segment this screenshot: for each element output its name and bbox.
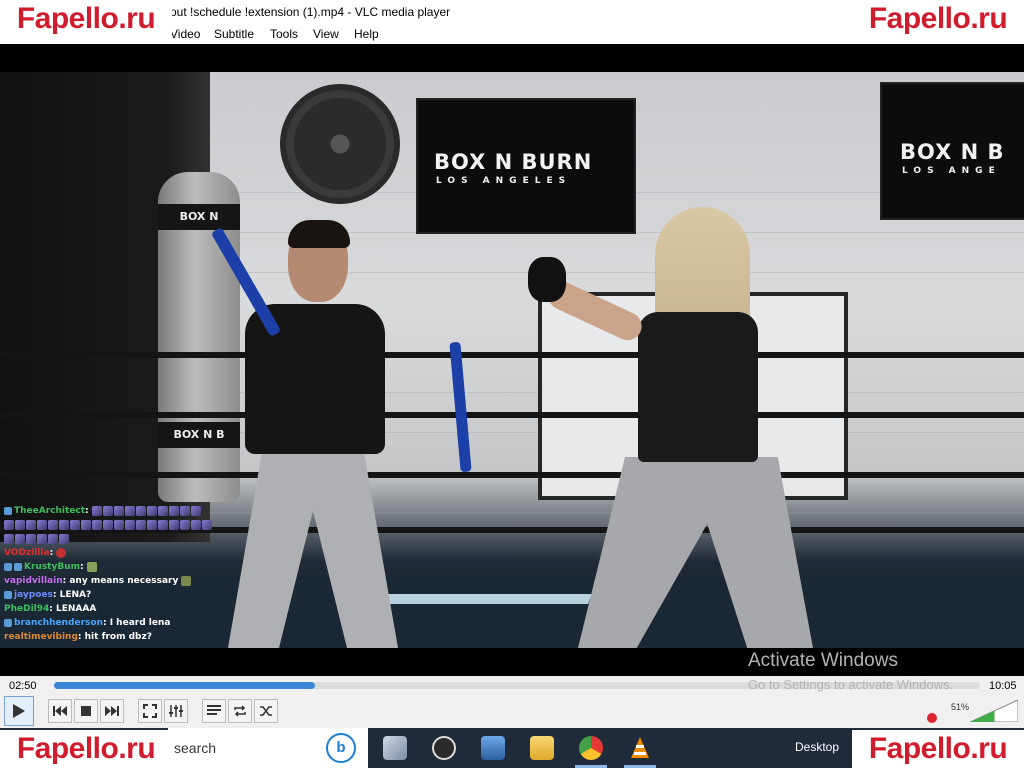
tv-screen-right: BOX N B LOS ANGE	[880, 82, 1024, 220]
menu-subtitle[interactable]: Subtitle	[214, 27, 254, 41]
next-button[interactable]	[100, 699, 124, 723]
ring-rope	[0, 472, 1024, 478]
file-explorer-icon[interactable]	[383, 736, 407, 760]
chat-user: jaypoes	[14, 590, 53, 600]
chat-line: realtimevibing: hit from dbz?	[4, 632, 152, 642]
chat-user: realtimevibing	[4, 632, 78, 642]
shuffle-icon	[260, 706, 272, 716]
chat-line: PheDil94: LENAAA	[4, 604, 97, 614]
tv-sublogo: LOS ANGELES	[436, 176, 572, 186]
chat-user: VODzillla	[4, 548, 50, 558]
menu-video[interactable]: Video	[170, 27, 200, 41]
elapsed-time: 02:50	[9, 680, 37, 692]
chat-user: branchhenderson	[14, 618, 103, 628]
network-app-icon[interactable]	[481, 736, 505, 760]
chrome-icon[interactable]	[579, 736, 603, 760]
chat-message: LENAAA	[56, 604, 97, 614]
volume-level: 51%	[951, 702, 970, 712]
chat-overlay: TheeArchitect: VODzillla: KrustyBum: vap…	[4, 504, 244, 644]
tv-sublogo-right: LOS ANGE	[902, 166, 1001, 176]
chat-line: KrustyBum:	[4, 560, 244, 574]
chat-line: jaypoes: LENA?	[4, 588, 244, 602]
tv-logo-right: BOX N B	[900, 140, 1005, 164]
watermark-top-left: Fapello.ru	[0, 0, 172, 38]
vlc-icon[interactable]	[628, 736, 652, 760]
folder-icon[interactable]	[530, 736, 554, 760]
wall-fan	[280, 84, 400, 204]
desktop-toolbar-label[interactable]: Desktop	[795, 740, 839, 754]
bing-icon[interactable]: b	[326, 733, 356, 763]
chat-user: TheeArchitect	[14, 506, 86, 516]
search-placeholder: search	[174, 740, 217, 756]
menu-tools[interactable]: Tools	[270, 27, 298, 41]
previous-button[interactable]	[48, 699, 72, 723]
chat-message: any means necessary	[69, 576, 179, 586]
chat-message: I heard lena	[109, 618, 171, 628]
extended-settings-button[interactable]	[164, 699, 188, 723]
punching-bag: BOX N BOX N B	[158, 172, 240, 502]
chat-message: hit from dbz?	[84, 632, 152, 642]
playlist-button[interactable]	[202, 699, 226, 723]
fullscreen-icon	[143, 704, 157, 718]
control-bar	[0, 696, 1024, 728]
ring-rope	[0, 412, 1024, 418]
boxer-top	[638, 312, 758, 462]
seek-progress	[54, 682, 316, 689]
next-icon	[105, 706, 119, 716]
training-stick	[449, 341, 472, 473]
taskbar-search[interactable]: search b	[168, 728, 368, 768]
fullscreen-button[interactable]	[138, 699, 162, 723]
chat-line: TheeArchitect:	[4, 504, 244, 518]
activate-windows-subtitle: Go to Settings to activate Windows.	[748, 677, 954, 692]
play-icon	[13, 704, 25, 718]
chat-line: vapidvillain: any means necessary	[4, 574, 244, 588]
stop-button[interactable]	[74, 699, 98, 723]
stop-icon	[81, 706, 91, 716]
chat-user: PheDil94	[4, 604, 50, 614]
chat-line: branchhenderson: I heard lena	[4, 616, 244, 630]
chat-user: KrustyBum	[24, 562, 80, 572]
play-button[interactable]	[4, 696, 34, 726]
bag-band-top: BOX N	[158, 204, 240, 230]
tv-screen-left: BOX N BURN LOS ANGELES	[416, 98, 636, 234]
playlist-icon	[207, 705, 221, 715]
chat-user: vapidvillain	[4, 576, 63, 586]
coach-hair	[288, 220, 350, 248]
ring-rope	[0, 352, 1024, 358]
mute-indicator-icon[interactable]	[927, 713, 937, 723]
chat-line: VODzillla:	[4, 546, 244, 560]
volume-slider[interactable]	[970, 700, 1018, 722]
menu-view[interactable]: View	[313, 27, 339, 41]
video-area[interactable]: BOX N BURN LOS ANGELES BOX N B LOS ANGE …	[0, 44, 1024, 676]
watermark-top-right: Fapello.ru	[852, 0, 1024, 38]
tv-logo: BOX N BURN	[434, 150, 593, 174]
total-time: 10:05	[989, 680, 1017, 692]
previous-icon	[53, 706, 67, 716]
shuffle-button[interactable]	[254, 699, 278, 723]
floor-mat	[378, 594, 592, 604]
loop-icon	[234, 705, 246, 717]
watermark-bottom-left: Fapello.ru	[0, 730, 172, 768]
bag-band-bottom: BOX N B	[158, 422, 240, 448]
chat-emote-row	[4, 518, 244, 532]
watermark-bottom-right: Fapello.ru	[852, 730, 1024, 768]
loop-button[interactable]	[228, 699, 252, 723]
chat-message: LENA?	[59, 590, 92, 600]
chat-emote-row	[4, 532, 244, 546]
menu-help[interactable]: Help	[354, 27, 379, 41]
boxing-glove	[528, 257, 566, 302]
activate-windows-title: Activate Windows	[748, 650, 898, 671]
window-title: out !schedule !extension (1).mp4 - VLC m…	[170, 5, 451, 19]
obs-icon[interactable]	[432, 736, 456, 760]
extended-settings-icon	[169, 705, 183, 717]
